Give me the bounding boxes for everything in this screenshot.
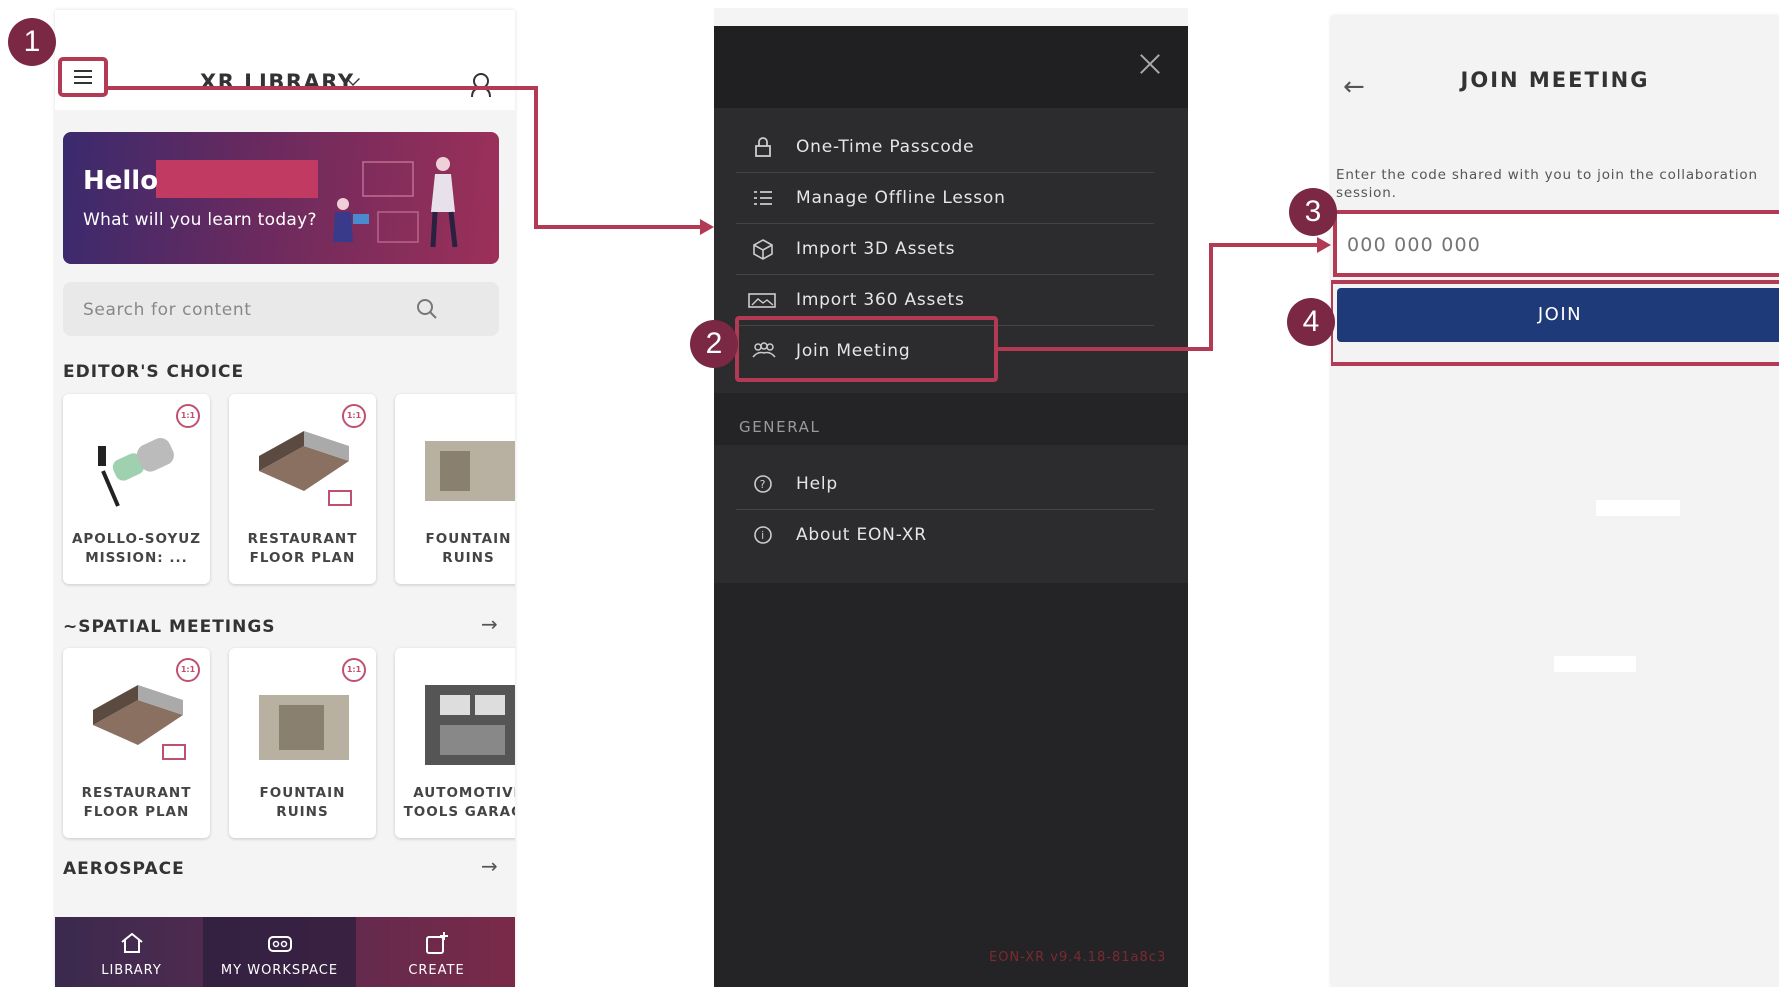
step-badge-1: 1 <box>8 18 56 66</box>
step-badge-2: 2 <box>690 320 738 368</box>
join-meeting-highlight <box>735 316 998 382</box>
step-badge-3: 3 <box>1289 188 1337 236</box>
step-badge-4: 4 <box>1287 298 1335 346</box>
flow-connectors <box>107 86 1331 382</box>
